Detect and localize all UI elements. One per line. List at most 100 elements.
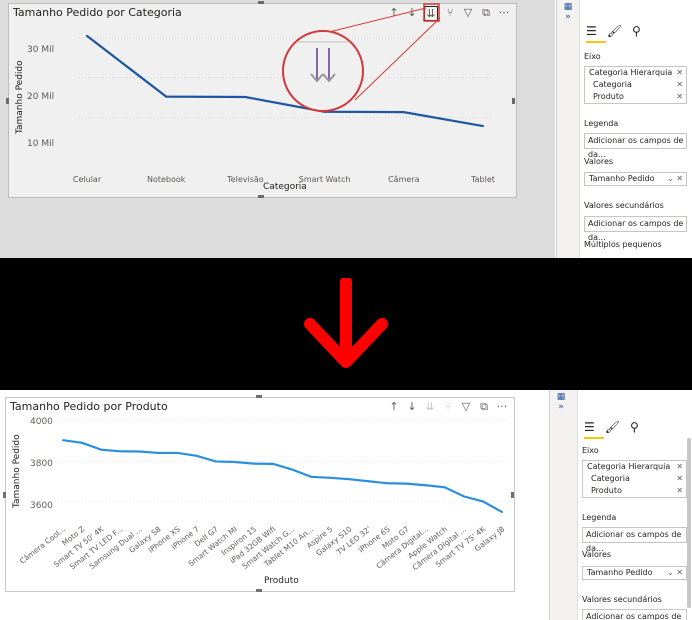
close-icon[interactable]: ✕ bbox=[676, 461, 683, 473]
valores-secundarios-well[interactable]: Adicionar os campos de da... bbox=[582, 609, 687, 620]
legenda-label: Legenda bbox=[582, 513, 617, 522]
valores-well[interactable]: Tamanho Pedido ⌄ ✕ bbox=[584, 172, 687, 186]
x-axis-title: Produto bbox=[264, 576, 299, 586]
chevron-double-right-icon[interactable]: » bbox=[557, 12, 579, 22]
field-chip-categoria[interactable]: Categoria ✕ bbox=[583, 473, 686, 485]
valores-well[interactable]: Tamanho Pedido ⌄ ✕ bbox=[582, 566, 687, 580]
close-icon[interactable]: ✕ bbox=[676, 79, 683, 91]
data-point[interactable] bbox=[405, 482, 408, 485]
x-tick-label: Televisão bbox=[226, 175, 264, 184]
series-line[interactable] bbox=[62, 439, 503, 513]
fields-tab-icon[interactable]: ☰ bbox=[584, 420, 595, 434]
valores-label: Valores bbox=[584, 157, 614, 166]
data-point[interactable] bbox=[291, 468, 294, 471]
fields-tab-icon[interactable]: ☰ bbox=[586, 24, 597, 38]
field-chip-produto[interactable]: Produto ✕ bbox=[583, 485, 686, 497]
data-point[interactable] bbox=[443, 486, 446, 489]
chevron-down-close-icon[interactable]: ⌄ ✕ bbox=[667, 567, 683, 579]
multiplos-pequenos-label: Múltiplos pequenos bbox=[584, 240, 662, 249]
data-point[interactable] bbox=[176, 451, 179, 454]
analytics-tab-icon[interactable]: ⚲ bbox=[630, 420, 639, 434]
data-point[interactable] bbox=[195, 454, 198, 457]
format-tab-icon[interactable]: 🖌 bbox=[607, 24, 622, 38]
data-point[interactable] bbox=[271, 462, 274, 465]
visualizations-pane-bottom: ▦ » ☰ 🖌 ⚲ Eixo Categoria Hierarquia ✕ Cat… bbox=[549, 390, 692, 620]
report-canvas-bottom: Tamanho Pedido por Produto ↑ ↓ ⇊ ⑂ ▽ ⧉ ·… bbox=[0, 390, 548, 620]
data-point[interactable] bbox=[482, 125, 484, 128]
eixo-label: Eixo bbox=[582, 446, 599, 455]
legenda-well[interactable]: Adicionar os campos de da... bbox=[582, 527, 687, 553]
chevron-double-right-icon[interactable]: » bbox=[550, 402, 572, 412]
magnified-drill-down-all-icon bbox=[282, 30, 364, 112]
data-point[interactable] bbox=[233, 461, 236, 464]
field-name: Categoria bbox=[591, 474, 630, 483]
viz-icon[interactable]: ▦ bbox=[550, 392, 572, 402]
down-arrow-icon bbox=[300, 276, 392, 372]
chevron-down-close-icon[interactable]: ⌄ ✕ bbox=[667, 173, 683, 185]
field-name: Produto bbox=[593, 92, 624, 101]
field-chip-category-hierarchy[interactable]: Categoria Hierarquia ✕ bbox=[585, 67, 686, 79]
data-point[interactable] bbox=[501, 510, 503, 513]
valores-secundarios-well[interactable]: Adicionar os campos de da... bbox=[584, 216, 687, 242]
close-icon[interactable]: ✕ bbox=[676, 485, 683, 497]
valores-secundarios-label: Valores secundários bbox=[584, 201, 664, 210]
resize-handle[interactable] bbox=[258, 195, 264, 198]
resize-handle[interactable] bbox=[256, 395, 262, 398]
drill-down-all-icon bbox=[298, 41, 348, 83]
data-point[interactable] bbox=[214, 460, 217, 463]
valores-label: Valores bbox=[582, 550, 612, 559]
top-screenshot: Tamanho Pedido por Categoria ↑ ↓ ⇊ ⑂ ▽ ⧉… bbox=[0, 0, 692, 258]
fields-pane: ☰ 🖌 ⚲ Eixo Categoria Hierarquia ✕ Categor… bbox=[577, 390, 692, 620]
pane-tabs: ☰ 🖌 ⚲ bbox=[584, 420, 639, 434]
field-chip-tamanho-pedido[interactable]: Tamanho Pedido ⌄ ✕ bbox=[583, 567, 686, 579]
data-point[interactable] bbox=[424, 484, 427, 487]
viz-icon[interactable]: ▦ bbox=[557, 2, 579, 12]
data-point[interactable] bbox=[119, 450, 122, 453]
data-point[interactable] bbox=[138, 450, 141, 453]
field-chip-categoria[interactable]: Categoria ✕ bbox=[585, 79, 686, 91]
data-point[interactable] bbox=[157, 451, 160, 454]
data-point[interactable] bbox=[348, 478, 351, 481]
close-icon[interactable]: ✕ bbox=[676, 91, 683, 103]
resize-handle[interactable] bbox=[511, 492, 514, 498]
data-point[interactable] bbox=[310, 475, 313, 478]
data-point[interactable] bbox=[100, 448, 103, 451]
field-name: Tamanho Pedido bbox=[589, 174, 655, 183]
data-point[interactable] bbox=[62, 439, 64, 442]
data-point[interactable] bbox=[386, 482, 389, 485]
legenda-well[interactable]: Adicionar os campos de da... bbox=[584, 133, 687, 159]
resize-handle[interactable] bbox=[256, 589, 262, 592]
eixo-well[interactable]: Categoria Hierarquia ✕ Categoria ✕ Produto… bbox=[584, 66, 687, 104]
data-point[interactable] bbox=[367, 480, 370, 483]
field-chip-category-hierarchy[interactable]: Categoria Hierarquia ✕ bbox=[583, 461, 686, 473]
line-chart-product-visual[interactable]: Tamanho Pedido por Produto ↑ ↓ ⇊ ⑂ ▽ ⧉ ·… bbox=[5, 397, 515, 592]
eixo-well[interactable]: Categoria Hierarquia ✕ Categoria ✕ Produto… bbox=[582, 460, 687, 498]
analytics-tab-icon[interactable]: ⚲ bbox=[632, 24, 641, 38]
callout-lines bbox=[324, 3, 441, 101]
data-point[interactable] bbox=[329, 476, 332, 479]
pane-scrollbar[interactable] bbox=[687, 438, 691, 608]
field-name: Categoria Hierarquia bbox=[589, 68, 673, 77]
data-point[interactable] bbox=[252, 462, 255, 465]
data-point[interactable] bbox=[481, 500, 484, 503]
field-name: Categoria bbox=[593, 80, 632, 89]
x-tick-label: Tablet bbox=[470, 175, 495, 184]
bottom-screenshot: Tamanho Pedido por Produto ↑ ↓ ⇊ ⑂ ▽ ⧉ ·… bbox=[0, 390, 692, 620]
valores-secundarios-label: Valores secundários bbox=[582, 595, 662, 604]
eixo-label: Eixo bbox=[584, 52, 601, 61]
field-chip-produto[interactable]: Produto ✕ bbox=[585, 91, 686, 103]
close-icon[interactable]: ✕ bbox=[676, 473, 683, 485]
active-tab-indicator bbox=[586, 41, 606, 43]
line-chart-plot: Câmera Cool...Moto ZSmart TV 50' 4KSmart… bbox=[18, 420, 510, 572]
fields-pane: ☰ 🖌 ⚲ Eixo Categoria Hierarquia ✕ Categor… bbox=[579, 0, 692, 258]
format-tab-icon[interactable]: 🖌 bbox=[605, 420, 620, 434]
resize-handle[interactable] bbox=[3, 492, 6, 498]
data-point[interactable] bbox=[462, 495, 465, 498]
report-canvas-top: Tamanho Pedido por Categoria ↑ ↓ ⇊ ⑂ ▽ ⧉… bbox=[0, 0, 555, 258]
field-chip-tamanho-pedido[interactable]: Tamanho Pedido ⌄ ✕ bbox=[585, 173, 686, 185]
close-icon[interactable]: ✕ bbox=[676, 67, 683, 79]
field-name: Produto bbox=[591, 486, 622, 495]
field-name: Tamanho Pedido bbox=[587, 568, 653, 577]
visualizations-pane-top: ▦ » ☰ 🖌 ⚲ Eixo Categoria Hierarquia ✕ Cat… bbox=[556, 0, 692, 258]
data-point[interactable] bbox=[81, 441, 84, 444]
